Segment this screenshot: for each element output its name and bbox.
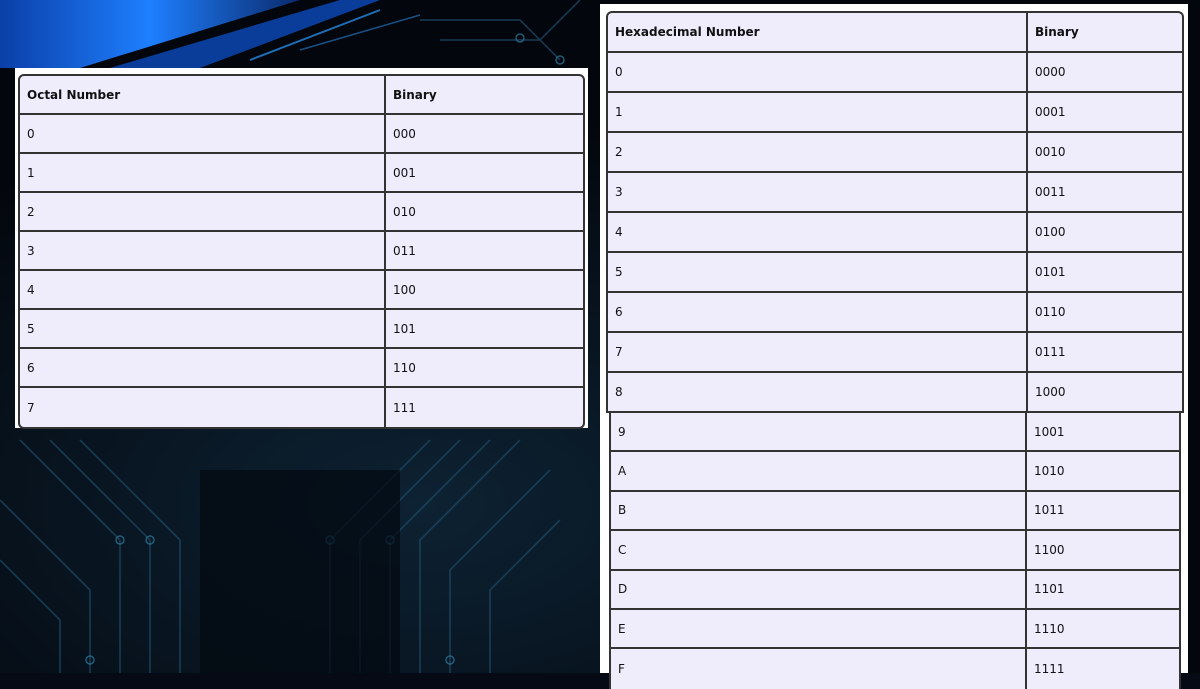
column-header-binary: Binary bbox=[1028, 13, 1182, 53]
binary-cell: 0010 bbox=[1028, 133, 1182, 173]
table-row: 0 0000 bbox=[608, 53, 1182, 93]
table-row: 4 0100 bbox=[608, 213, 1182, 253]
column-header-hexadecimal: Hexadecimal Number bbox=[608, 13, 1028, 53]
binary-cell: 111 bbox=[393, 400, 416, 415]
number-cell: 7 bbox=[608, 333, 1028, 373]
binary-cell: 101 bbox=[386, 310, 583, 349]
binary-cell: 1101 bbox=[1027, 571, 1179, 610]
table-row: 6 0110 bbox=[608, 293, 1182, 333]
table-row: B 1011 bbox=[611, 491, 1179, 532]
number-cell: 0 bbox=[20, 115, 386, 154]
octal-table-card: Octal Number Binary 0 000 1 001 2 010 3 011 4 100… bbox=[15, 68, 588, 429]
table-row: 2 0010 bbox=[608, 133, 1182, 173]
table-header-row: Hexadecimal Number Binary bbox=[608, 13, 1182, 53]
number-cell: 4 bbox=[20, 271, 386, 310]
table-row: 1 001 bbox=[20, 154, 583, 193]
octal-binary-table: Octal Number Binary 0 000 1 001 2 010 3 011 4 100… bbox=[18, 74, 585, 429]
number-cell: 8 bbox=[608, 373, 1028, 413]
binary-cell: 1110 bbox=[1027, 610, 1179, 650]
table-row: 0 000 bbox=[20, 115, 583, 154]
number-cell: 9 bbox=[611, 413, 1027, 453]
number-cell: 6 bbox=[20, 349, 386, 388]
binary-cell: 1111 bbox=[1034, 662, 1065, 677]
hex-table-card: Hexadecimal Number Binary 0 0000 1 0001 2 001… bbox=[600, 4, 1188, 689]
binary-cell: 0001 bbox=[1028, 93, 1182, 133]
binary-cell: 011 bbox=[386, 232, 583, 271]
table-row: 7 0111 bbox=[608, 333, 1182, 373]
table-row: 5 0101 bbox=[608, 253, 1182, 293]
table-row: 4 100 bbox=[20, 271, 583, 310]
binary-cell: 0111 bbox=[1028, 333, 1182, 373]
table-row: 5 101 bbox=[20, 310, 583, 349]
number-cell: 6 bbox=[608, 293, 1028, 333]
binary-cell: 010 bbox=[386, 193, 583, 232]
table-header-row: Octal Number Binary bbox=[20, 76, 583, 115]
number-cell: 2 bbox=[20, 193, 386, 232]
binary-cell: 1000 bbox=[1028, 373, 1182, 413]
number-cell: 3 bbox=[20, 232, 386, 271]
table-row: 3 011 bbox=[20, 232, 583, 271]
number-cell: D bbox=[611, 570, 1027, 610]
binary-cell: 100 bbox=[386, 271, 583, 310]
number-cell: 1 bbox=[608, 93, 1028, 133]
table-row: 1 0001 bbox=[608, 93, 1182, 133]
table-row: F 1111 bbox=[611, 649, 1179, 689]
binary-cell: 1001 bbox=[1027, 413, 1179, 453]
table-row: 9 1001 bbox=[611, 413, 1179, 453]
number-cell: F bbox=[611, 649, 1027, 689]
table-row: 8 1000 bbox=[608, 373, 1182, 413]
binary-cell: 0100 bbox=[1028, 213, 1182, 253]
binary-cell: 1010 bbox=[1027, 452, 1179, 492]
hex-binary-table: Hexadecimal Number Binary 0 0000 1 0001 2 001… bbox=[606, 11, 1184, 413]
number-cell: 7 bbox=[20, 388, 386, 427]
hex-binary-table-continued: 9 1001 A 1010 B 1011 C 1100 D 1101 E 1110 F 1111 bbox=[609, 413, 1181, 689]
number-cell: C bbox=[611, 531, 1027, 571]
number-cell: 5 bbox=[608, 253, 1028, 293]
binary-cell: 0000 bbox=[1028, 53, 1182, 93]
number-cell: B bbox=[611, 491, 1027, 532]
binary-cell: 0011 bbox=[1028, 173, 1182, 213]
number-cell: 4 bbox=[608, 213, 1028, 253]
table-row: C 1100 bbox=[611, 531, 1179, 571]
number-cell: A bbox=[611, 452, 1027, 492]
table-row: 6 110 bbox=[20, 349, 583, 388]
column-header-binary: Binary bbox=[386, 76, 583, 115]
binary-cell: 001 bbox=[386, 154, 583, 193]
table-row: A 1010 bbox=[611, 452, 1179, 492]
binary-cell: 0101 bbox=[1028, 253, 1182, 293]
number-cell: 0 bbox=[608, 53, 1028, 93]
number-cell: 3 bbox=[608, 173, 1028, 213]
chip-shape bbox=[200, 470, 400, 673]
table-row: 3 0011 bbox=[608, 173, 1182, 213]
table-row: 7 111 bbox=[20, 388, 583, 427]
binary-cell: 110 bbox=[386, 349, 583, 388]
number-cell: 2 bbox=[608, 133, 1028, 173]
number-cell: 5 bbox=[20, 310, 386, 349]
table-row: 2 010 bbox=[20, 193, 583, 232]
binary-cell: 1100 bbox=[1027, 531, 1179, 571]
number-cell: E bbox=[611, 609, 1027, 650]
number-cell: 1 bbox=[20, 154, 386, 193]
table-row: D 1101 bbox=[611, 570, 1179, 610]
column-header-octal: Octal Number bbox=[20, 76, 386, 115]
table-row: E 1110 bbox=[611, 609, 1179, 650]
binary-cell: 1011 bbox=[1027, 492, 1179, 532]
binary-cell: 000 bbox=[386, 115, 583, 154]
binary-cell: 0110 bbox=[1028, 293, 1182, 333]
